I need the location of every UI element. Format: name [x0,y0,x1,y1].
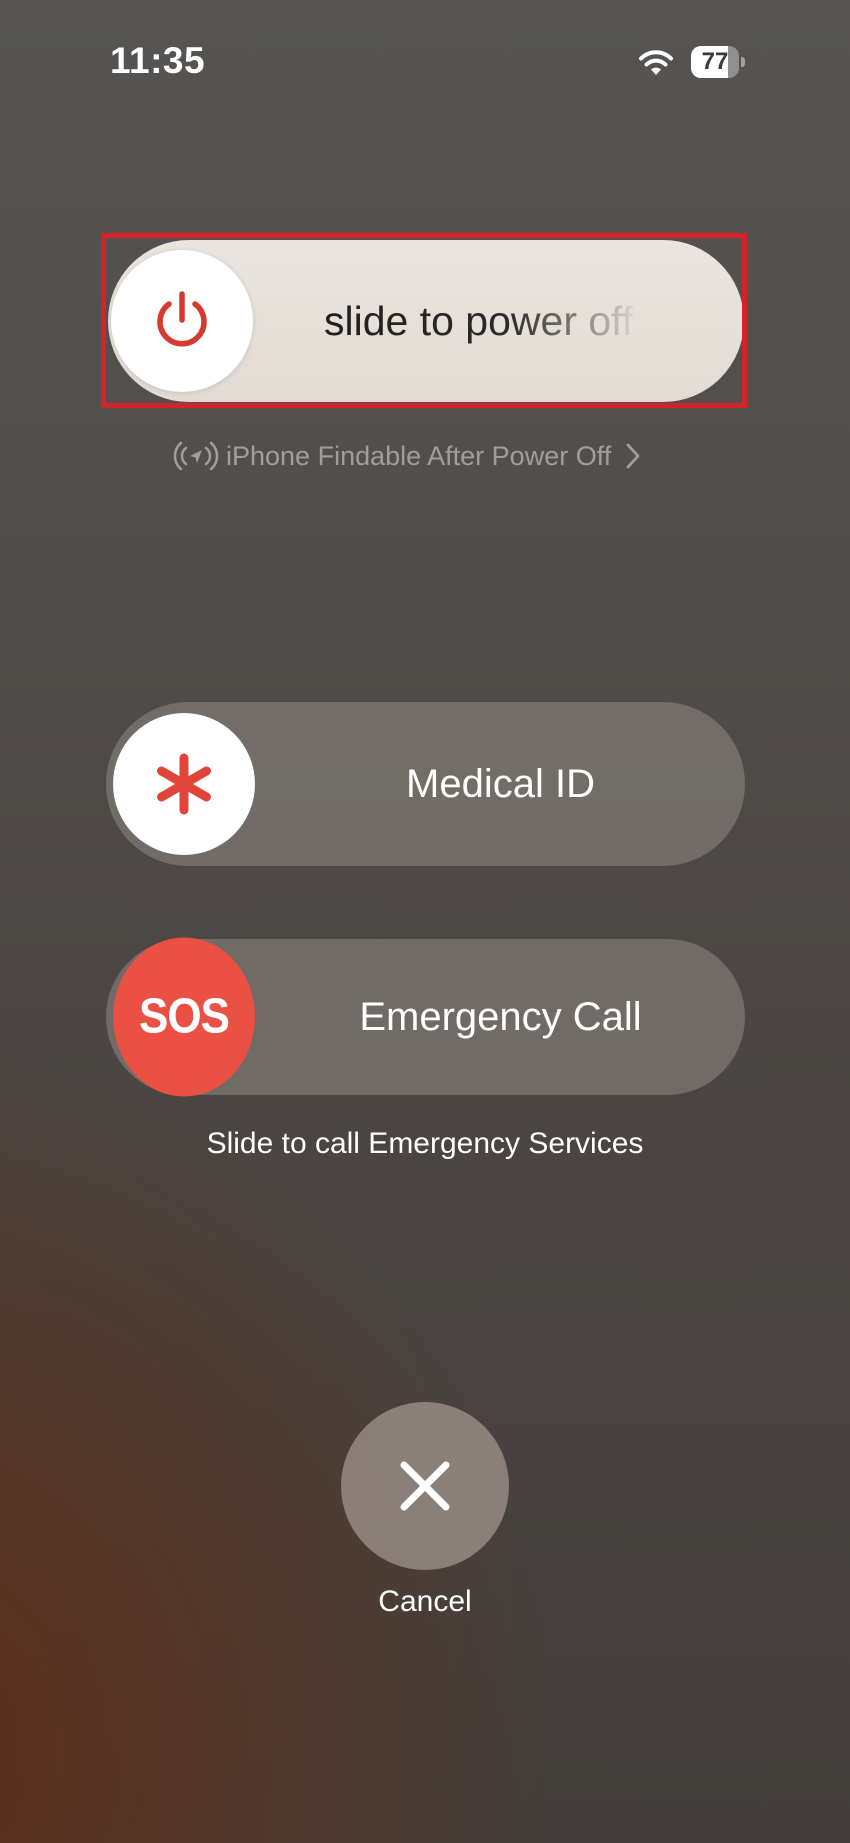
battery-level: 77 [701,48,729,75]
status-bar-time: 11:35 [110,40,206,81]
findable-label: iPhone Findable After Power Off [226,440,612,471]
battery-indicator: 77 [691,46,745,80]
cancel-button[interactable] [341,1402,509,1570]
find-my-location-icon [173,441,219,471]
close-icon [400,1461,450,1511]
battery-cap [741,57,745,67]
sos-knob[interactable]: SOS [113,937,255,1097]
medical-id-knob[interactable] [113,713,255,855]
medical-id-label: Medical ID [406,761,595,806]
chevron-right-icon [626,443,640,469]
findable-after-power-off-link[interactable]: iPhone Findable After Power Off [172,436,641,476]
wifi-icon [639,50,673,75]
emergency-call-slider[interactable]: SOS Emergency Call [106,937,745,1097]
emergency-call-label: Emergency Call [359,994,642,1039]
highlight-annotation-box [101,233,747,408]
medical-asterisk-icon [157,753,211,815]
emergency-services-hint: Slide to call Emergency Services [206,1127,644,1160]
medical-id-slider[interactable]: Medical ID [106,702,745,866]
cancel-label: Cancel [378,1585,472,1618]
